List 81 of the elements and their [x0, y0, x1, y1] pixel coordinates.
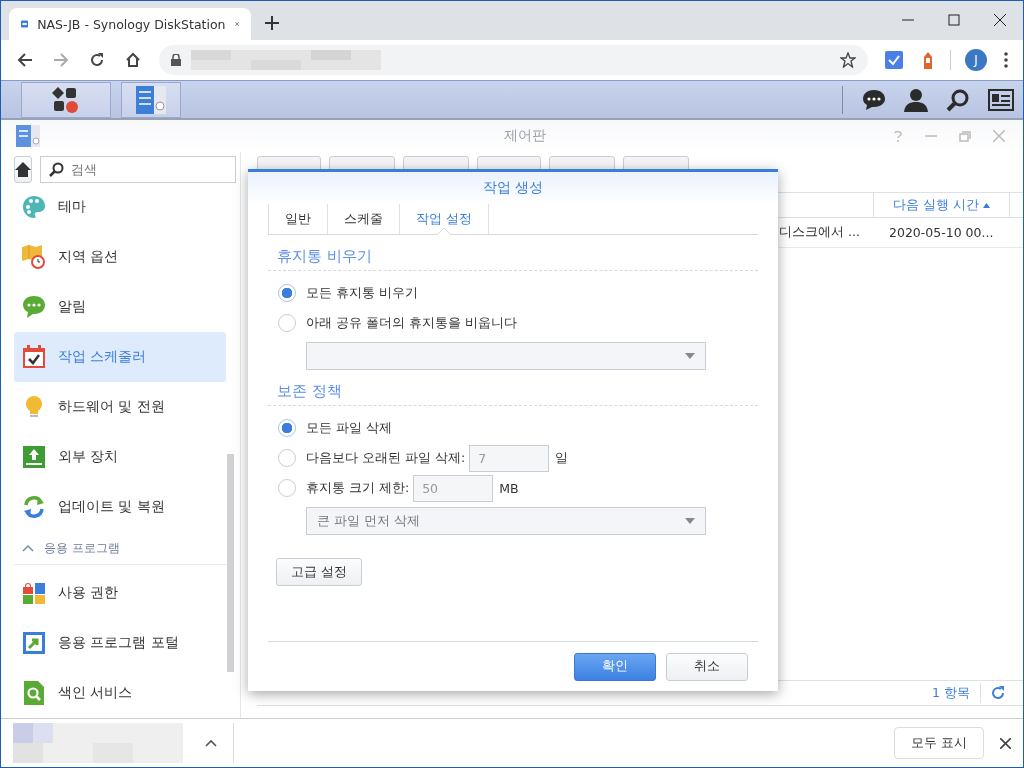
chat-icon[interactable]	[862, 88, 886, 111]
dialog-title: 작업 생성	[482, 179, 544, 197]
home-button[interactable]	[14, 156, 32, 183]
sidebar-item[interactable]: 하드웨어 및 전원	[14, 382, 226, 432]
sidebar-item[interactable]: 알림	[14, 282, 226, 332]
sort-up-icon	[982, 202, 990, 208]
radio-button[interactable]	[278, 314, 296, 332]
extension-icon[interactable]	[885, 51, 903, 69]
sidebar-item[interactable]: 지역 옵션	[14, 232, 226, 282]
table-cell-text: 2020-05-10 00...	[888, 225, 995, 240]
upload-icon	[22, 445, 46, 469]
dropdown-arrow-icon	[685, 353, 695, 359]
document-search-icon	[22, 681, 46, 705]
back-icon[interactable]	[17, 52, 33, 68]
scrollbar[interactable]	[227, 454, 234, 672]
tab[interactable]: 작업 설정	[399, 204, 490, 234]
extension-icon[interactable]	[921, 51, 935, 69]
widgets-icon[interactable]	[988, 88, 1014, 111]
privileges-icon	[22, 581, 46, 605]
sidebar-item[interactable]: 색인 서비스	[14, 668, 226, 718]
search-field[interactable]: 검색	[40, 156, 236, 183]
search-icon[interactable]	[946, 87, 970, 112]
show-all-button[interactable]: 모두 표시	[894, 727, 984, 759]
sync-icon	[22, 495, 46, 519]
unit-label: 일	[555, 449, 569, 467]
reload-icon[interactable]	[89, 52, 105, 68]
search-icon	[49, 162, 64, 177]
home-icon	[15, 162, 31, 177]
table-cell-text: 디스크에서 ...	[778, 224, 861, 241]
option-label: 아래 공유 폴더의 휴지통을 비웁니다	[306, 314, 517, 332]
apps-icon	[52, 86, 80, 113]
sidebar-item[interactable]: 업데이트 및 복원	[14, 482, 226, 532]
option-label: 다음보다 오래된 파일 삭제:	[306, 449, 466, 467]
option-label: 휴지통 크기 제한:	[306, 479, 410, 497]
star-icon[interactable]	[840, 52, 856, 68]
sidebar-item[interactable]: 응용 프로그램 포털	[14, 618, 226, 668]
menu-icon[interactable]	[1004, 52, 1008, 68]
cancel-button[interactable]: 취소	[666, 652, 748, 681]
tab[interactable]: 스케줄	[327, 204, 399, 234]
shortcut-icon	[22, 631, 46, 655]
taskbar-app-button[interactable]	[121, 81, 181, 118]
main-menu-button[interactable]	[21, 81, 111, 118]
radio-button[interactable]	[278, 284, 296, 302]
sidebar-item[interactable]: 작업 스케줄러	[14, 332, 226, 382]
section-title: 휴지통 비우기	[268, 243, 758, 271]
option-label: 모든 파일 삭제	[306, 419, 392, 437]
item-count: 1 항목	[932, 684, 970, 702]
home-icon[interactable]	[125, 52, 141, 68]
palette-icon	[22, 195, 46, 219]
section-header[interactable]: 응용 프로그램	[14, 532, 226, 565]
maximize-icon[interactable]	[948, 14, 960, 26]
window-title: 제어판	[503, 127, 547, 145]
map-clock-icon	[22, 245, 46, 269]
chevron-up-icon	[22, 543, 34, 553]
unit-label: MB	[499, 480, 519, 496]
control-panel-icon	[136, 85, 166, 114]
user-icon[interactable]	[904, 87, 928, 112]
refresh-icon[interactable]	[991, 686, 1005, 700]
calendar-icon	[22, 345, 46, 369]
sidebar-item[interactable]: 사용 권한	[14, 568, 226, 618]
profile-avatar[interactable]: J	[965, 49, 987, 71]
browser-tab[interactable]: NAS-JB - Synology DiskStation	[9, 8, 251, 40]
address-field[interactable]	[159, 45, 868, 75]
option-label: 모든 휴지통 비우기	[306, 284, 418, 302]
close-icon[interactable]	[994, 14, 1006, 26]
section-title: 보존 정책	[268, 378, 758, 406]
column-header[interactable]: 다음 실행 시간	[873, 193, 1010, 217]
chat-icon	[22, 295, 46, 319]
close-icon[interactable]	[1000, 737, 1011, 749]
sidebar-item[interactable]: 테마	[14, 182, 226, 232]
lock-icon	[171, 54, 181, 66]
sidebar-item[interactable]: 외부 장치	[14, 432, 226, 482]
plus-icon[interactable]	[265, 16, 279, 30]
chevron-up-icon[interactable]	[205, 739, 217, 747]
tab[interactable]: 일반	[268, 204, 327, 234]
radio-button[interactable]	[278, 419, 296, 437]
advanced-settings-button[interactable]: 고급 설정	[276, 558, 362, 586]
tab-title: NAS-JB - Synology DiskStation	[37, 16, 226, 32]
forward-icon[interactable]	[53, 52, 69, 68]
control-panel-icon	[16, 125, 40, 147]
dropdown-arrow-icon	[685, 518, 695, 524]
